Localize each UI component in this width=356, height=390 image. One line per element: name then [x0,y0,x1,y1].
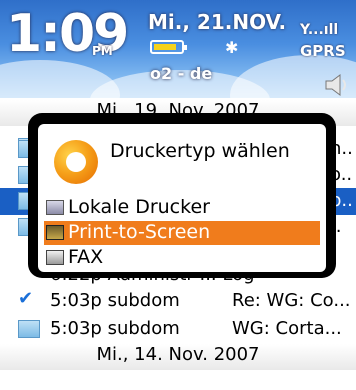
network-type: GPRS [300,42,346,60]
list-item[interactable]: ✔ 5:03p subdom Re: WG: Co... [0,288,356,315]
option-fax[interactable]: FAX [44,246,320,270]
battery-icon [150,40,187,54]
printer-type-dialog: Druckertyp wählen Lokale Drucker Print-t… [38,124,326,272]
list-item-subject: WG: Corta... [232,318,342,339]
bluetooth-icon: ✱ [225,38,239,57]
list-item-time-sender: 5:03p subdom [50,290,180,311]
app-logo-icon [54,140,98,184]
option-print-to-screen[interactable]: Print-to-Screen [44,221,320,245]
list-item-time-sender: 5:03p subdom [50,318,180,339]
list-item[interactable]: 5:03p subdom WG: Corta... [0,316,356,343]
fax-icon [46,250,64,265]
signal-strength-icon: Y...ıll [300,22,339,38]
speaker-icon [325,74,346,96]
option-label: FAX [68,246,104,268]
printer-icon [46,200,64,215]
list-item-subject: Re: WG: Co... [232,290,351,311]
battery-level [154,44,176,50]
option-label: Lokale Drucker [68,196,210,218]
clock-ampm: PM [92,44,113,58]
option-local-printer[interactable]: Lokale Drucker [44,196,320,220]
screen-icon [46,225,64,240]
status-bar: 1:09 PM Mi., 21.NOV. ✱ o2 - de Y...ıll G… [0,0,356,98]
day-header: Mi., 14. Nov. 2007 [0,344,356,370]
option-label: Print-to-Screen [68,221,211,243]
status-date: Mi., 21.NOV. [148,10,287,34]
dialog-title: Druckertyp wählen [110,140,290,162]
carrier-name: o2 - de [150,64,213,83]
checkmark-icon: ✔ [18,288,34,309]
envelope-icon [18,320,40,338]
